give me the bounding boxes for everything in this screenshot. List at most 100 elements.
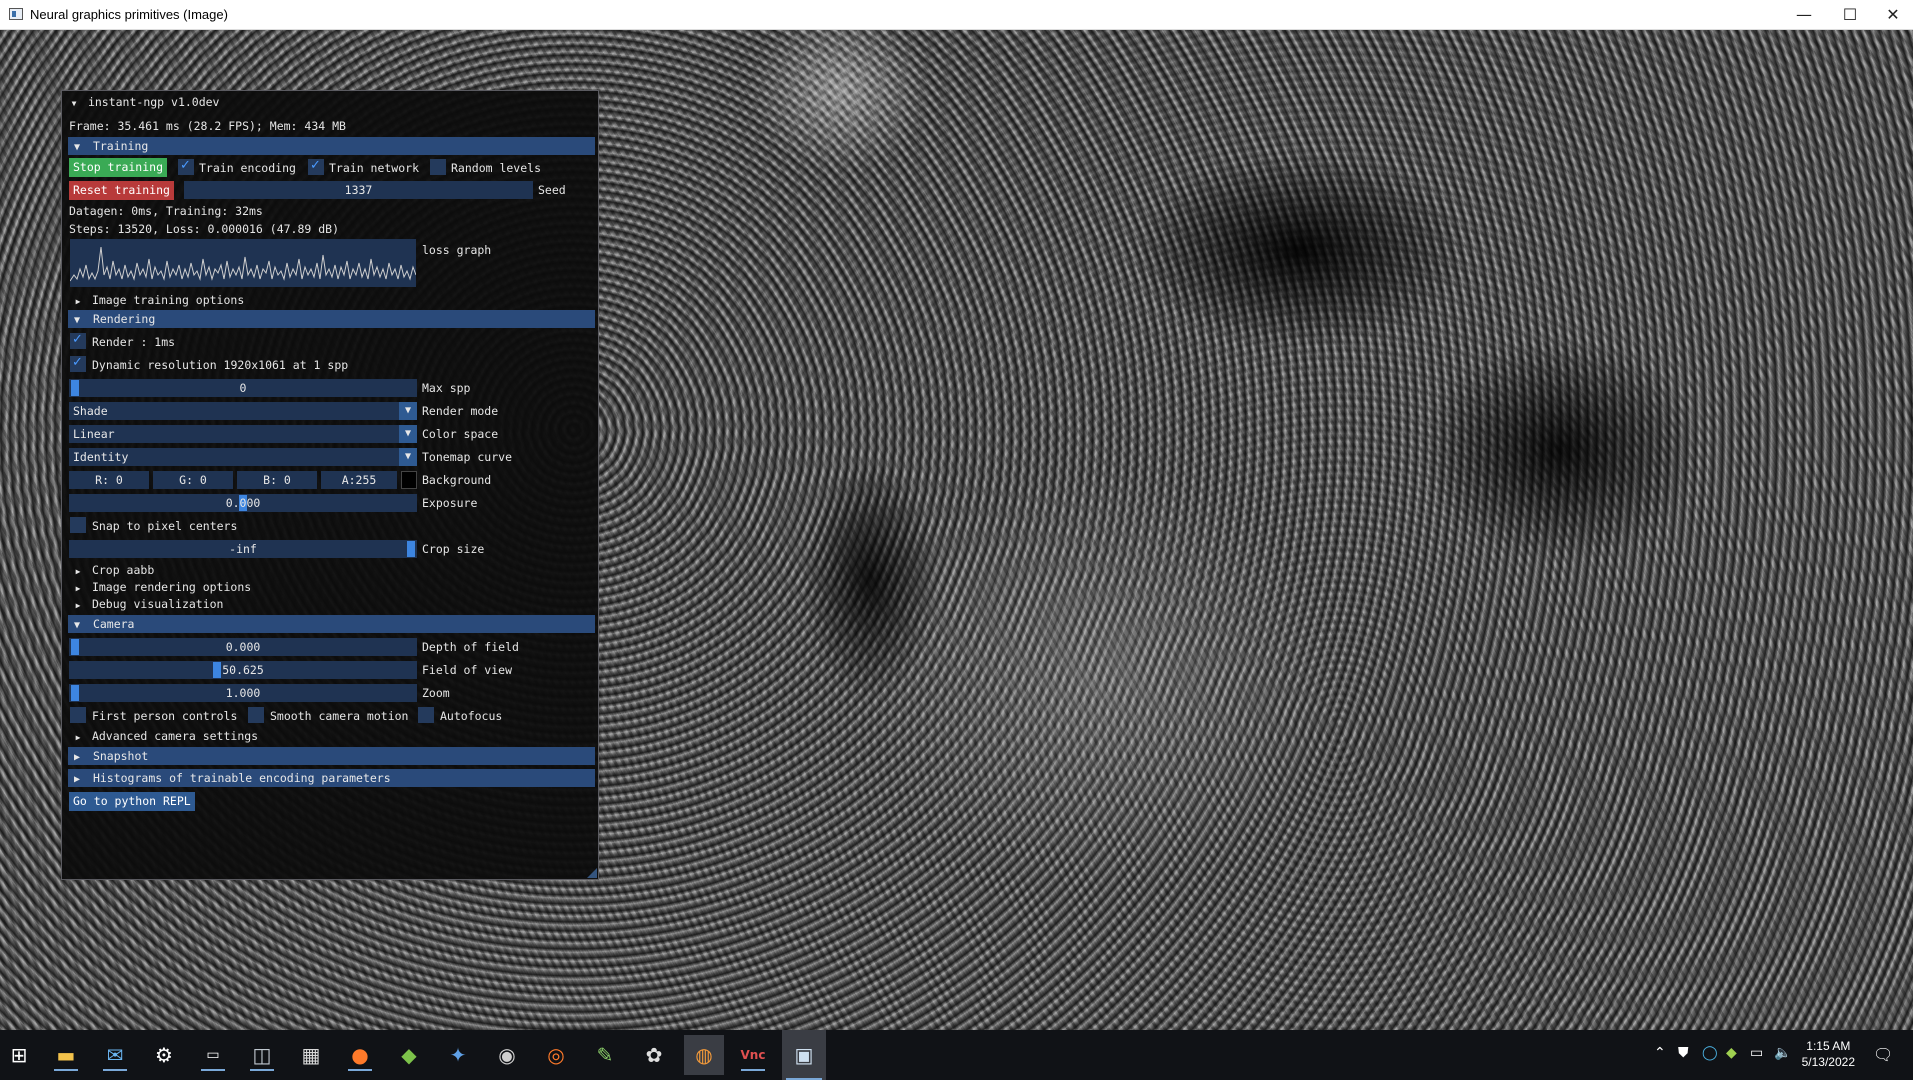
histograms-header[interactable]: ▶ Histograms of trainable encoding param… xyxy=(68,769,595,787)
tonemap-curve-dropdown[interactable]: Identity ▼ xyxy=(69,448,417,466)
clock[interactable]: 1:15 AM 5/13/2022 xyxy=(1802,1038,1855,1070)
slider-grab[interactable] xyxy=(71,639,79,655)
windows-start-icon[interactable]: ⊞ xyxy=(2,1039,36,1071)
render-mode-dropdown[interactable]: Shade ▼ xyxy=(69,402,417,420)
autofocus-checkbox[interactable] xyxy=(418,707,434,723)
minimize-button[interactable]: — xyxy=(1781,0,1827,30)
color-space-label: Color space xyxy=(422,427,499,441)
background-b-input[interactable]: B: 0 xyxy=(237,471,317,489)
debug-visualization-label: Debug visualization xyxy=(91,597,224,611)
depth-of-field-slider[interactable]: 0.000 xyxy=(69,638,417,656)
stop-training-button[interactable]: Stop training xyxy=(69,158,168,177)
instant-ngp-panel[interactable]: ▼ instant-ngp v1.0dev Frame: 35.461 ms (… xyxy=(61,90,599,880)
python-repl-button[interactable]: Go to python REPL xyxy=(69,792,195,811)
steps-loss: Steps: 13520, Loss: 0.000016 (47.89 dB) xyxy=(69,222,340,236)
notepad-icon[interactable]: ✎ xyxy=(589,1039,621,1071)
chevron-down-icon[interactable]: ▼ xyxy=(399,402,417,420)
blender-icon[interactable]: ◍ xyxy=(684,1035,724,1075)
snapshot-header[interactable]: ▶ Snapshot xyxy=(68,747,595,765)
slider-grab[interactable] xyxy=(213,662,221,678)
image-rendering-options-node[interactable]: ▶ Image rendering options xyxy=(71,578,252,596)
collapse-triangle-icon[interactable]: ▼ xyxy=(67,95,81,113)
image-rendering-options-label: Image rendering options xyxy=(91,580,252,594)
davinci-resolve-icon[interactable]: ✦ xyxy=(442,1039,474,1071)
rendering-header-label: Rendering xyxy=(92,312,156,326)
notifications-icon[interactable]: 🗨 xyxy=(1873,1045,1893,1064)
instant-ngp-icon[interactable]: ▣ xyxy=(782,1030,826,1080)
smooth-camera-motion-checkbox[interactable] xyxy=(248,707,264,723)
training-header[interactable]: ▼ Training xyxy=(68,137,595,155)
dynamic-resolution-checkbox[interactable] xyxy=(70,355,86,372)
color-space-value: Linear xyxy=(73,427,115,441)
maximize-button[interactable]: ☐ xyxy=(1827,0,1873,30)
crop-size-value: -inf xyxy=(229,542,257,556)
random-levels-label: Random levels xyxy=(451,161,542,175)
camera-header[interactable]: ▼ Camera xyxy=(68,615,595,633)
zoom-slider[interactable]: 1.000 xyxy=(69,684,417,702)
frame-info: Frame: 35.461 ms (28.2 FPS); Mem: 434 MB xyxy=(69,119,346,133)
obs-icon[interactable]: ◉ xyxy=(491,1039,523,1071)
exposure-slider[interactable]: 0.000 xyxy=(69,494,417,512)
nvidia-tray-icon[interactable]: ◆ xyxy=(1726,1045,1737,1061)
firefox-icon[interactable]: ● xyxy=(344,1039,376,1071)
background-r-input[interactable]: R: 0 xyxy=(69,471,149,489)
collapsed-triangle-icon: ▶ xyxy=(73,752,81,763)
houdini-icon[interactable]: ◎ xyxy=(540,1039,572,1071)
slider-grab[interactable] xyxy=(71,685,79,701)
antivirus-tray-icon[interactable]: ⛊ xyxy=(1678,1045,1689,1061)
file-explorer-icon[interactable]: ▬ xyxy=(50,1039,82,1071)
rendering-header[interactable]: ▼ Rendering xyxy=(68,310,595,328)
mail-icon[interactable]: ✉ xyxy=(99,1039,131,1071)
resize-grip[interactable] xyxy=(587,868,597,878)
close-button[interactable]: ✕ xyxy=(1873,0,1913,30)
zoom-label: Zoom xyxy=(422,686,450,700)
max-spp-slider[interactable]: 0 xyxy=(69,379,417,397)
taskbar: ⊞ ▬ ✉ ⚙ ▭ ◫ ▦ ● ◆ ✦ ◉ ◎ ✎ ✿ ◍ Vnc ▣ ⌃ ⛊ … xyxy=(0,1030,1913,1080)
exposure-value: 0.000 xyxy=(225,496,261,510)
background-g-input[interactable]: G: 0 xyxy=(153,471,233,489)
seed-label: Seed xyxy=(538,183,566,197)
debug-visualization-node[interactable]: ▶ Debug visualization xyxy=(71,595,224,613)
sync-tray-icon[interactable]: ◯ xyxy=(1702,1045,1718,1061)
network-tray-icon[interactable]: ▭ xyxy=(1750,1045,1763,1061)
chevron-down-icon[interactable]: ▼ xyxy=(399,448,417,466)
snap-pixel-centers-checkbox[interactable] xyxy=(70,517,86,533)
expand-triangle-icon: ▼ xyxy=(73,142,81,153)
paint-icon[interactable]: ✿ xyxy=(638,1039,670,1071)
clock-time: 1:15 AM xyxy=(1806,1039,1851,1053)
render-mode-value: Shade xyxy=(73,404,108,418)
train-encoding-checkbox[interactable] xyxy=(178,158,194,175)
tonemap-curve-value: Identity xyxy=(73,450,129,464)
field-of-view-slider[interactable]: 50.625 xyxy=(69,661,417,679)
chevron-up-icon[interactable]: ⌃ xyxy=(1654,1045,1666,1061)
loss-graph-label: loss graph xyxy=(422,243,492,257)
background-color-swatch[interactable] xyxy=(401,471,417,489)
nvidia-icon[interactable]: ◆ xyxy=(393,1039,425,1071)
terminal-icon[interactable]: ▭ xyxy=(197,1039,229,1071)
crop-size-slider[interactable]: -inf xyxy=(69,540,417,558)
random-levels-checkbox[interactable] xyxy=(430,159,446,175)
advanced-camera-settings-node[interactable]: ▶ Advanced camera settings xyxy=(71,727,259,745)
calculator-icon[interactable]: ▦ xyxy=(295,1039,327,1071)
depth-of-field-label: Depth of field xyxy=(422,640,519,654)
render-checkbox[interactable] xyxy=(70,332,86,349)
panel-title-bar[interactable]: ▼ instant-ngp v1.0dev xyxy=(67,93,220,111)
vnc-viewer-icon[interactable]: Vnc xyxy=(737,1039,769,1071)
train-network-checkbox[interactable] xyxy=(308,158,324,175)
disk-utility-icon[interactable]: ◫ xyxy=(246,1039,278,1071)
slider-grab[interactable] xyxy=(71,380,79,396)
slider-grab[interactable] xyxy=(407,541,415,557)
crop-aabb-node[interactable]: ▶ Crop aabb xyxy=(71,561,155,579)
seed-input[interactable]: 1337 xyxy=(184,181,533,199)
train-encoding-label: Train encoding xyxy=(199,161,296,175)
chevron-down-icon[interactable]: ▼ xyxy=(399,425,417,443)
settings-icon[interactable]: ⚙ xyxy=(148,1039,180,1071)
color-space-dropdown[interactable]: Linear ▼ xyxy=(69,425,417,443)
expand-triangle-icon: ▼ xyxy=(73,620,81,631)
reset-training-button[interactable]: Reset training xyxy=(69,181,174,200)
first-person-controls-checkbox[interactable] xyxy=(70,707,86,723)
loss-graph[interactable] xyxy=(69,239,417,287)
background-a-input[interactable]: A:255 xyxy=(321,471,397,489)
image-training-options-node[interactable]: ▶ Image training options xyxy=(71,291,245,309)
volume-tray-icon[interactable]: 🔈 xyxy=(1774,1045,1791,1061)
